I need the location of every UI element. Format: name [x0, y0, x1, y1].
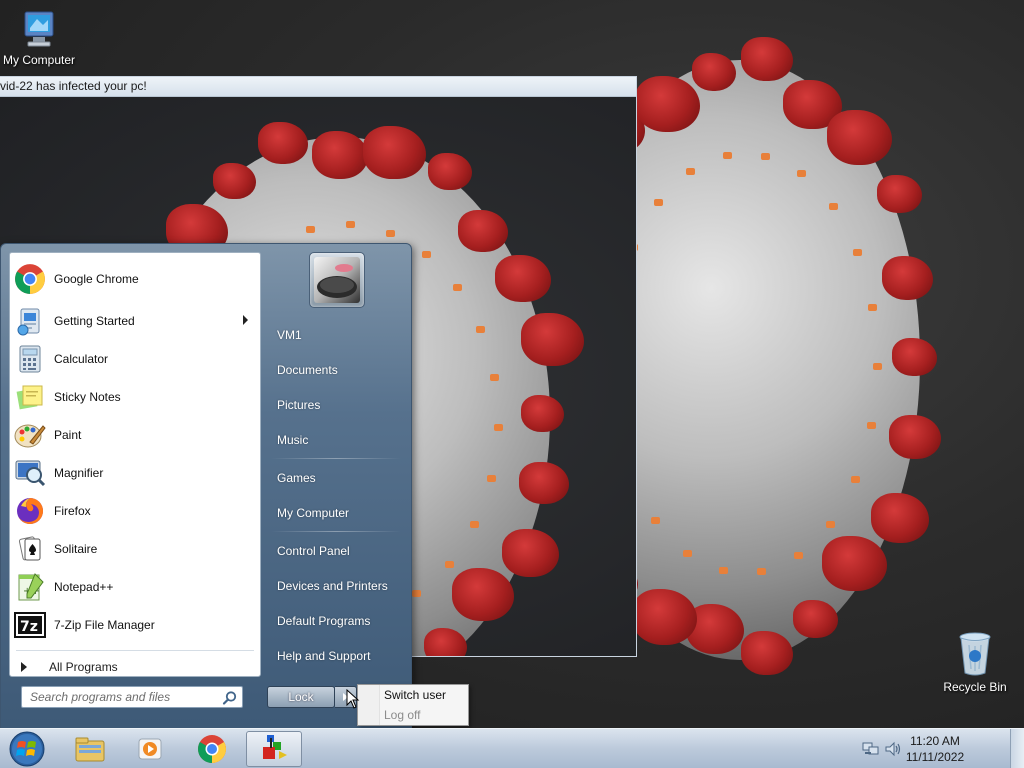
7zip-icon: 7z [14, 609, 46, 641]
program-item[interactable]: Sticky Notes [12, 379, 258, 415]
mouse-cursor-icon [346, 689, 360, 709]
paint-icon [14, 419, 46, 451]
taskbar-media-player-button[interactable] [122, 731, 178, 767]
desktop-icon-label: My Computer [2, 53, 76, 67]
program-label: Firefox [54, 504, 91, 518]
running-app-icon [263, 735, 287, 759]
program-item[interactable]: Calculator [12, 341, 258, 377]
network-icon[interactable] [862, 741, 880, 757]
chrome-icon [14, 263, 46, 295]
search-input[interactable] [22, 687, 218, 707]
all-programs-label: All Programs [49, 660, 118, 674]
program-label: Getting Started [54, 314, 135, 328]
magnifier-icon [14, 457, 46, 489]
arrow-right-icon [21, 662, 27, 672]
place-item[interactable]: Music [265, 425, 405, 455]
program-item[interactable]: Firefox [12, 493, 258, 529]
program-label: Paint [54, 428, 82, 442]
taskbar-running-app-button[interactable] [246, 731, 302, 767]
program-item[interactable]: Getting Started [12, 303, 258, 339]
place-item[interactable]: Default Programs [265, 606, 405, 636]
recycle-bin-icon [959, 632, 991, 676]
chrome-icon [198, 735, 226, 763]
start-button-windows-icon[interactable] [4, 730, 50, 768]
window-title: vid-22 has infected your pc! [0, 77, 636, 97]
submenu-arrow-icon [243, 315, 248, 325]
search-box[interactable] [21, 686, 243, 708]
system-tray: 11:20 AM 11/11/2022 [862, 729, 1024, 768]
start-menu: Google Chrome Getting Started Calculator St… [0, 243, 412, 729]
power-options-menu: Switch user Log off [357, 684, 469, 726]
program-item[interactable]: ++ Notepad++ [12, 569, 258, 605]
program-label: Notepad++ [54, 580, 114, 594]
program-item[interactable]: Solitaire [12, 531, 258, 567]
menu-item-switch-user[interactable]: Switch user [384, 688, 446, 702]
program-item[interactable]: Google Chrome [12, 261, 258, 297]
firefox-icon [14, 495, 46, 527]
program-item[interactable]: 7z 7-Zip File Manager [12, 607, 258, 643]
program-item[interactable]: Magnifier [12, 455, 258, 491]
calculator-icon [14, 343, 46, 375]
taskbar-chrome-button[interactable] [184, 731, 240, 767]
program-label: Google Chrome [54, 272, 139, 286]
place-item[interactable]: Help and Support [265, 641, 405, 671]
place-item[interactable]: Pictures [265, 390, 405, 420]
program-label: Magnifier [54, 466, 104, 480]
user-picture[interactable] [309, 252, 365, 308]
desktop-icon-my-computer[interactable]: My Computer [0, 10, 81, 67]
place-item[interactable]: Documents [265, 355, 405, 385]
programs-separator [16, 650, 254, 651]
place-item[interactable]: Devices and Printers [265, 571, 405, 601]
user-avatar-icon [317, 264, 357, 298]
notepadpp-icon: ++ [14, 571, 46, 603]
program-label: 7-Zip File Manager [54, 618, 155, 632]
search-icon[interactable] [222, 690, 238, 706]
clock-date[interactable]: 11/11/2022 [900, 750, 970, 764]
media-player-icon [138, 738, 162, 760]
program-label: Calculator [54, 352, 109, 366]
program-item[interactable]: Paint [12, 417, 258, 453]
desktop-icon-label: Recycle Bin [943, 680, 1007, 694]
sticky-notes-icon [14, 381, 46, 413]
taskbar: 11:20 AM 11/11/2022 [0, 728, 1024, 768]
places-separator [271, 458, 401, 459]
all-programs-button[interactable]: All Programs [12, 655, 258, 679]
program-label: Solitaire [54, 542, 98, 556]
desktop-icon-recycle-bin[interactable]: Recycle Bin [933, 631, 1017, 694]
place-item[interactable]: My Computer [265, 498, 405, 528]
program-label: Sticky Notes [54, 390, 121, 404]
place-item[interactable]: Games [265, 463, 405, 493]
windows-explorer-icon [75, 737, 105, 762]
svg-text:7z: 7z [20, 619, 38, 635]
place-item[interactable]: Control Panel [265, 536, 405, 566]
getting-started-icon [14, 305, 46, 337]
taskbar-explorer-button[interactable] [62, 731, 118, 767]
lock-button[interactable]: Lock [267, 686, 335, 708]
place-item[interactable]: VM1 [265, 320, 405, 350]
clock-time[interactable]: 11:20 AM [900, 734, 970, 748]
menu-item-log-off[interactable]: Log off [384, 708, 420, 722]
show-desktop-button[interactable] [1010, 729, 1024, 768]
places-separator [271, 531, 401, 532]
my-computer-icon [24, 11, 54, 47]
programs-pane: Google Chrome Getting Started Calculator St… [9, 252, 261, 677]
solitaire-icon [14, 533, 46, 565]
